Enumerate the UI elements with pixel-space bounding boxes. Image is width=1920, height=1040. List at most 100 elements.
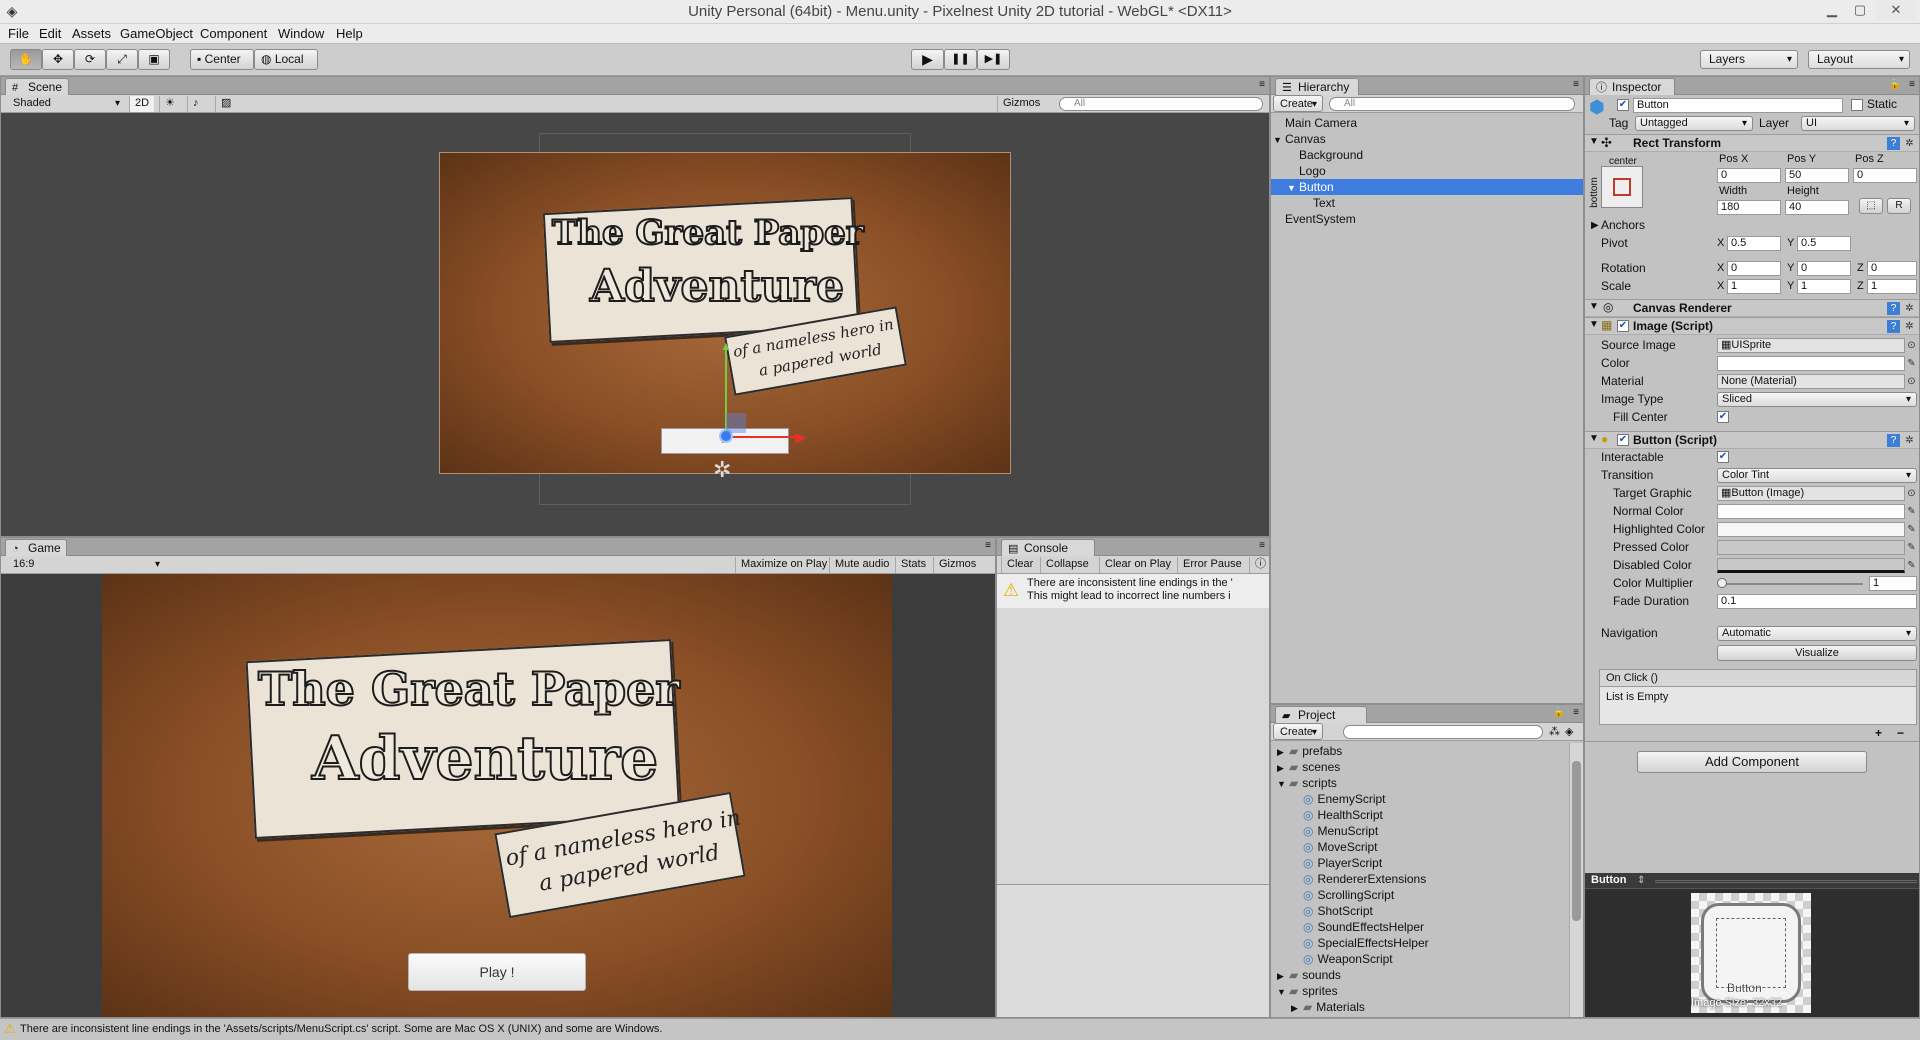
game-play-button[interactable]: Play ! <box>408 953 586 991</box>
slider-handle[interactable] <box>1717 578 1727 588</box>
menu-window[interactable]: Window <box>274 24 328 44</box>
project-item-menuscript[interactable]: ◎ MenuScript <box>1271 823 1378 839</box>
hierarchy-item-canvas[interactable]: ▼ Canvas <box>1271 131 1583 147</box>
add-event-button[interactable]: + <box>1875 726 1882 741</box>
remove-event-button[interactable]: − <box>1897 726 1904 741</box>
minimize-icon[interactable]: ▁ <box>1818 0 1846 20</box>
gizmo-x-axis[interactable] <box>727 436 797 438</box>
menu-edit[interactable]: Edit <box>35 24 65 44</box>
rotation-z-field[interactable]: 0 <box>1867 261 1917 276</box>
anchor-preset-button[interactable] <box>1601 166 1643 208</box>
console-log[interactable]: ⚠ There are inconsistent line endings in… <box>997 574 1269 884</box>
scale-z-field[interactable]: 1 <box>1867 279 1917 294</box>
tag-dropdown[interactable]: Untagged <box>1635 116 1753 131</box>
mode-2d-button[interactable]: 2D <box>129 96 155 112</box>
highlighted-color-field[interactable] <box>1717 522 1905 537</box>
panel-menu-icon[interactable]: ≡ <box>1573 79 1579 90</box>
image-component-header[interactable]: ▼ ▦ ✔ Image (Script) ? ✲ <box>1585 317 1919 335</box>
scale-y-field[interactable]: 1 <box>1797 279 1851 294</box>
pos-x-field[interactable]: 0 <box>1717 168 1781 183</box>
menu-help[interactable]: Help <box>332 24 367 44</box>
navigation-dropdown[interactable]: Automatic <box>1717 626 1917 641</box>
tab-project[interactable]: ▰ Project <box>1275 706 1367 723</box>
expand-arrow-icon[interactable]: ▼ <box>1277 776 1289 792</box>
hand-tool-icon[interactable]: ✋ <box>10 49 42 70</box>
gizmos-dropdown[interactable]: Gizmos <box>997 96 1045 112</box>
eyedropper-icon[interactable]: ✎ <box>1905 505 1918 518</box>
project-item-enemyscript[interactable]: ◎ EnemyScript <box>1271 791 1386 807</box>
tab-inspector[interactable]: ⓘ Inspector <box>1589 78 1675 95</box>
target-graphic-field[interactable]: ▦Button (Image) <box>1717 486 1905 501</box>
scale-x-field[interactable]: 1 <box>1727 279 1781 294</box>
project-item-sprites[interactable]: ▼ ▰ sprites <box>1271 983 1338 999</box>
step-button[interactable]: ▶❚ <box>977 49 1010 70</box>
scrollbar-thumb[interactable] <box>1572 761 1581 921</box>
info-filter-icon[interactable]: ⓘ <box>1249 557 1271 573</box>
gizmo-plane-handle[interactable] <box>726 413 746 433</box>
disabled-color-field[interactable] <box>1717 558 1905 573</box>
image-color-field[interactable] <box>1717 356 1905 371</box>
settings-gear-icon[interactable]: ✲ <box>1903 434 1916 447</box>
width-field[interactable]: 180 <box>1717 200 1781 215</box>
lighting-icon[interactable]: ☀ <box>159 96 180 112</box>
pos-z-field[interactable]: 0 <box>1853 168 1917 183</box>
blueprint-mode-button[interactable]: ⬚ <box>1859 198 1883 214</box>
stats-button[interactable]: Stats <box>895 557 931 573</box>
interactable-checkbox[interactable]: ✔ <box>1717 451 1729 463</box>
expand-arrow-icon[interactable]: ▶ <box>1591 218 1599 233</box>
error-pause-button[interactable]: Error Pause <box>1177 557 1247 573</box>
expand-arrow-icon[interactable]: ▼ <box>1287 180 1299 196</box>
panel-menu-icon[interactable]: ≡ <box>1573 707 1579 718</box>
project-item-materials[interactable]: ▶ ▰ Materials <box>1271 999 1365 1015</box>
console-entry[interactable]: ⚠ There are inconsistent line endings in… <box>997 574 1269 608</box>
pause-button[interactable]: ❚❚ <box>944 49 977 70</box>
hierarchy-item-logo[interactable]: Logo <box>1271 163 1583 179</box>
resize-grip[interactable] <box>1655 880 1917 883</box>
hierarchy-item-button[interactable]: ▼ Button <box>1271 179 1583 195</box>
pressed-color-field[interactable] <box>1717 540 1905 555</box>
mute-audio-button[interactable]: Mute audio <box>829 557 894 573</box>
tab-game[interactable]: ◔ Game <box>5 539 67 556</box>
layers-dropdown[interactable]: Layers <box>1700 50 1798 69</box>
clear-button[interactable]: Clear <box>1001 557 1038 573</box>
color-multiplier-slider[interactable] <box>1717 578 1863 588</box>
eyedropper-icon[interactable]: ✎ <box>1905 559 1918 572</box>
filter-label-icon[interactable]: ◈ <box>1565 725 1573 738</box>
pivot-mode-button[interactable]: ▪ Center <box>190 49 254 70</box>
tab-console[interactable]: ▤ Console <box>1001 539 1095 556</box>
hierarchy-item-main-camera[interactable]: Main Camera <box>1271 115 1583 131</box>
game-gizmos-dropdown[interactable]: Gizmos <box>933 557 981 573</box>
menu-component[interactable]: Component <box>196 24 271 44</box>
shading-dropdown[interactable]: Shaded <box>5 95 125 112</box>
active-checkbox[interactable]: ✔ <box>1617 99 1629 111</box>
pivot-space-button[interactable]: ◍ Local <box>254 49 318 70</box>
hierarchy-create-dropdown[interactable]: Create <box>1273 95 1323 113</box>
collapse-button[interactable]: Collapse <box>1040 557 1094 573</box>
settings-gear-icon[interactable]: ✲ <box>1903 320 1916 333</box>
panel-menu-icon[interactable]: ≡ <box>1259 540 1265 551</box>
expand-arrow-icon[interactable]: ▶ <box>1277 760 1289 776</box>
object-picker-icon[interactable]: ⊙ <box>1905 339 1918 352</box>
project-item-scenes[interactable]: ▶ ▰ scenes <box>1271 759 1340 775</box>
hierarchy-item-eventsystem[interactable]: EventSystem <box>1271 211 1583 227</box>
expand-arrow-icon[interactable]: ▶ <box>1291 1000 1303 1016</box>
source-image-field[interactable]: ▦UISprite <box>1717 338 1905 353</box>
eyedropper-icon[interactable]: ✎ <box>1905 523 1918 536</box>
object-picker-icon[interactable]: ⊙ <box>1905 487 1918 500</box>
expand-arrow-icon[interactable]: ▶ <box>1277 968 1289 984</box>
project-item-specialeffectshelper[interactable]: ◎ SpecialEffectsHelper <box>1271 935 1429 951</box>
maximize-icon[interactable]: ▢ <box>1846 0 1874 20</box>
audio-icon[interactable]: ♪ <box>187 96 204 112</box>
lock-icon[interactable]: 🔒 <box>1889 79 1901 90</box>
game-viewport[interactable]: The Great Paper Adventure of a nameless … <box>1 574 995 1017</box>
expand-arrow-icon[interactable]: ▼ <box>1273 132 1285 148</box>
eyedropper-icon[interactable]: ✎ <box>1905 541 1918 554</box>
panel-menu-icon[interactable]: ≡ <box>1909 79 1915 90</box>
object-name-field[interactable]: Button <box>1633 98 1843 113</box>
image-type-dropdown[interactable]: Sliced <box>1717 392 1917 407</box>
menu-assets[interactable]: Assets <box>68 24 115 44</box>
clear-on-play-button[interactable]: Clear on Play <box>1099 557 1176 573</box>
help-icon[interactable]: ? <box>1887 137 1900 150</box>
settings-gear-icon[interactable]: ✲ <box>1903 137 1916 150</box>
effects-icon[interactable]: ▨ <box>215 96 236 112</box>
